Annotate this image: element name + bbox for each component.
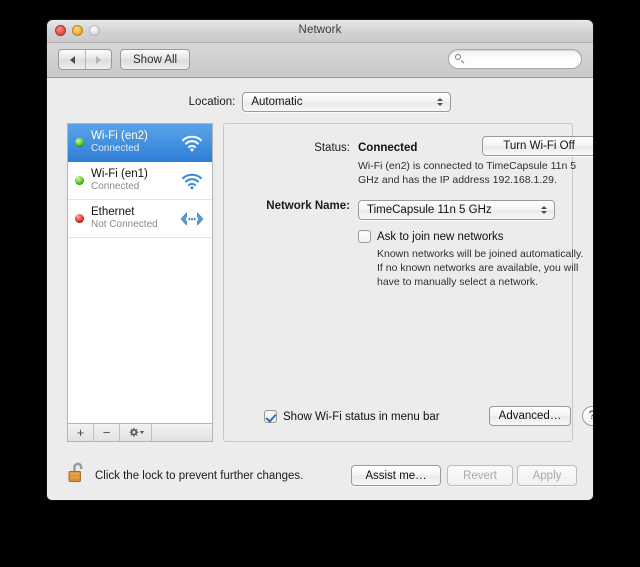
remove-service-label: − (103, 425, 111, 440)
add-service-label: + (77, 425, 85, 440)
remove-service-button[interactable]: − (94, 424, 120, 441)
network-services-toolbar: + − (67, 423, 213, 442)
network-services-list[interactable]: Wi-Fi (en2) Connected (67, 123, 213, 423)
triangle-left-icon (70, 56, 75, 64)
status-row: Status: Connected (244, 142, 417, 154)
triangle-right-icon (96, 56, 101, 64)
apply-label: Apply (533, 470, 562, 482)
help-button[interactable]: ? (582, 406, 593, 426)
window-title: Network (47, 24, 593, 36)
lock-hint-text: Click the lock to prevent further change… (95, 470, 303, 482)
sidebar-item-wifi-en1[interactable]: Wi-Fi (en1) Connected (68, 162, 212, 200)
network-name-label: Network Name: (244, 200, 350, 212)
assist-me-button[interactable]: Assist me… (351, 465, 441, 486)
show-wifi-status-checkbox[interactable] (264, 410, 277, 423)
sidebar-item-name: Ethernet (91, 206, 179, 219)
advanced-button[interactable]: Advanced… (489, 406, 571, 426)
location-row: Location: Automatic (47, 92, 593, 112)
ask-to-join-label: Ask to join new networks (377, 231, 504, 243)
back-button[interactable] (58, 49, 85, 70)
show-wifi-status-label: Show Wi-Fi status in menu bar (283, 411, 440, 423)
network-name-value: TimeCapsule 11n 5 GHz (367, 204, 492, 216)
sidebar-item-name: Wi-Fi (en1) (91, 168, 179, 181)
help-label: ? (589, 410, 593, 422)
unlocked-padlock-icon[interactable] (67, 461, 89, 485)
show-all-label: Show All (133, 54, 177, 66)
status-led-red-icon (75, 214, 84, 223)
chevron-updown-icon (541, 206, 547, 214)
assist-me-label: Assist me… (365, 470, 426, 482)
wifi-icon (179, 134, 205, 152)
search-icon (455, 54, 466, 65)
revert-button[interactable]: Revert (447, 465, 513, 486)
sidebar-item-text: Wi-Fi (en1) Connected (91, 168, 179, 193)
add-service-button[interactable]: + (68, 424, 94, 441)
turn-wifi-off-button[interactable]: Turn Wi-Fi Off (482, 136, 593, 156)
advanced-label: Advanced… (499, 410, 562, 422)
window-footer: Click the lock to prevent further change… (47, 449, 593, 500)
network-name-row: Network Name: TimeCapsule 11n 5 GHz (244, 200, 555, 220)
sidebar-item-ethernet[interactable]: Ethernet Not Connected (68, 200, 212, 238)
sidebar-item-text: Ethernet Not Connected (91, 206, 179, 231)
ask-to-join-row[interactable]: Ask to join new networks (358, 230, 504, 243)
chevron-down-icon (140, 431, 144, 434)
sidebar-item-wifi-en2[interactable]: Wi-Fi (en2) Connected (68, 124, 212, 162)
location-popup-button[interactable]: Automatic (242, 92, 451, 112)
navigation-buttons (58, 49, 112, 70)
wifi-icon (179, 172, 205, 190)
status-description: Wi-Fi (en2) is connected to TimeCapsule … (358, 160, 590, 188)
network-preferences-window: Network Show All Location: Automatic (47, 20, 593, 500)
sidebar-item-status: Not Connected (91, 219, 179, 231)
search-field[interactable] (448, 49, 582, 69)
status-led-green-icon (75, 176, 84, 185)
sidebar-item-status: Connected (91, 143, 179, 155)
service-actions-button[interactable] (120, 424, 152, 441)
network-name-popup-button[interactable]: TimeCapsule 11n 5 GHz (358, 200, 555, 220)
revert-label: Revert (463, 470, 497, 482)
preferences-body: Location: Automatic Wi-Fi (en2) Connecte… (47, 78, 593, 500)
location-selected-value: Automatic (251, 96, 302, 108)
ask-to-join-checkbox[interactable] (358, 230, 371, 243)
show-wifi-status-row[interactable]: Show Wi-Fi status in menu bar (264, 410, 440, 423)
sidebar-item-name: Wi-Fi (en2) (91, 130, 179, 143)
status-led-green-icon (75, 138, 84, 147)
wifi-settings-panel: Status: Connected Turn Wi-Fi Off Wi-Fi (… (223, 123, 573, 442)
apply-button[interactable]: Apply (517, 465, 577, 486)
forward-button[interactable] (85, 49, 112, 70)
chevron-updown-icon (437, 98, 443, 106)
sidebar-item-text: Wi-Fi (en2) Connected (91, 130, 179, 155)
ask-to-join-description: Known networks will be joined automatica… (377, 248, 589, 290)
status-value: Connected (358, 142, 417, 154)
show-all-button[interactable]: Show All (120, 49, 190, 70)
window-titlebar: Network (47, 20, 593, 43)
sidebar-item-status: Connected (91, 181, 179, 193)
window-toolbar: Show All (47, 43, 593, 78)
ethernet-icon (179, 211, 205, 227)
status-label: Status: (244, 142, 350, 154)
gear-icon (128, 427, 144, 438)
search-input[interactable] (470, 52, 574, 66)
turn-wifi-off-label: Turn Wi-Fi Off (503, 140, 575, 152)
location-label: Location: (189, 96, 236, 108)
